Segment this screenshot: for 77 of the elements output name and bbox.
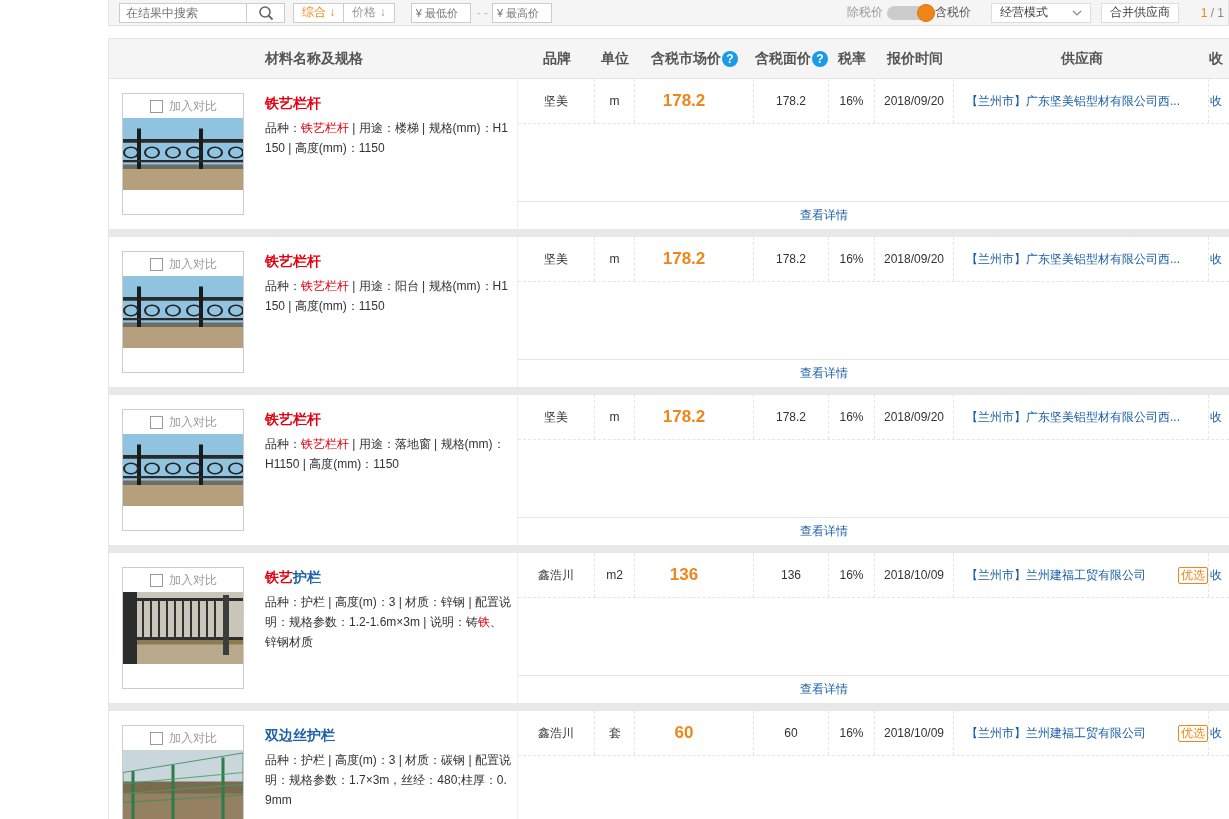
product-title[interactable]: 铁艺栏杆: [265, 252, 513, 270]
chevron-down-icon: [1071, 9, 1082, 16]
product-title[interactable]: 铁艺护栏: [265, 568, 513, 586]
preferred-badge: 优选: [1178, 724, 1208, 742]
collect-link[interactable]: 收: [1209, 79, 1222, 123]
date-cell: 2018/10/09: [875, 711, 954, 755]
brand-cell: 坚美: [518, 79, 595, 123]
detail-link[interactable]: 查看详情: [799, 523, 848, 540]
detail-link[interactable]: 查看详情: [799, 207, 848, 224]
supplier-link[interactable]: 【兰州市】兰州建福工贸有限公司: [966, 566, 1172, 584]
unit-cell: m: [595, 395, 635, 439]
date-cell: 2018/09/20: [875, 237, 954, 281]
supplier-link[interactable]: 【兰州市】广东坚美铝型材有限公司西...: [966, 92, 1208, 110]
date-cell: 2018/10/09: [875, 553, 954, 597]
tax-rate-cell: 16%: [829, 237, 875, 281]
brand-cell: 坚美: [518, 395, 595, 439]
collect-link[interactable]: 收: [1209, 711, 1222, 755]
collect-link[interactable]: 收: [1209, 237, 1222, 281]
face-price-cell: 136: [754, 553, 829, 597]
product-title[interactable]: 双边丝护栏: [265, 726, 513, 744]
header-label: 含税市场价: [651, 49, 721, 68]
product-title[interactable]: 铁艺栏杆: [265, 94, 513, 112]
supplier-link[interactable]: 【兰州市】兰州建福工贸有限公司: [966, 724, 1172, 742]
column-header: 供应商: [1059, 49, 1104, 68]
toggle-label: 除税价: [846, 4, 883, 21]
price-field[interactable]: ¥ 最低价: [410, 2, 471, 23]
supplier-link[interactable]: 【兰州市】广东坚美铝型材有限公司西...: [966, 250, 1208, 268]
spec-text: 品种：铁艺栏杆 | 用途：楼梯 | 规格(mm)：H1150 | 高度(mm)：1150: [265, 120, 509, 157]
tax-rate-cell: 16%: [829, 711, 875, 755]
toggle-label: 含税价: [934, 4, 971, 21]
column-header: 材料名称及规格: [263, 49, 364, 68]
brand-cell: 鑫浩川: [518, 711, 595, 755]
spec-text: 品种：护栏 | 高度(m)：3 | 材质：锌钢 | 配置说明：规格参数：1.2-1.6m×3m | 说明：铸铁、锌钢材质: [265, 594, 513, 651]
price-cell: 178.2: [635, 395, 754, 439]
column-header: 单位: [600, 49, 630, 68]
column-header: 收: [1209, 49, 1222, 68]
mode-dropdown[interactable]: 经营模式: [990, 2, 1091, 23]
face-price-cell: 178.2: [754, 395, 829, 439]
page-indicator: 1 / 1: [1200, 5, 1225, 20]
face-price-cell: 60: [754, 711, 829, 755]
tax-rate-cell: 16%: [829, 395, 875, 439]
price-field[interactable]: ¥ 最高价: [492, 2, 552, 23]
price-cell: 178.2: [635, 237, 754, 281]
brand-cell: 坚美: [518, 237, 595, 281]
detail-link[interactable]: 查看详情: [799, 681, 848, 698]
column-header: 品牌: [541, 49, 572, 68]
spec-text: 品种：护栏 | 高度(m)：3 | 材质：碳钢 | 配置说明：规格参数：1.7×3m，丝经：480;柱厚：0.9mm: [265, 752, 513, 809]
product-title[interactable]: 铁艺栏杆: [265, 410, 513, 428]
tax-rate-cell: 16%: [829, 79, 875, 123]
header-label: 含税面价: [755, 49, 811, 68]
detail-link[interactable]: 查看详情: [799, 365, 848, 382]
spec-text: 品种：铁艺栏杆 | 用途：阳台 | 规格(mm)：H1150 | 高度(mm)：1150: [265, 278, 509, 315]
collect-link[interactable]: 收: [1209, 395, 1222, 439]
range-dash: - -: [476, 5, 488, 20]
date-cell: 2018/09/20: [875, 79, 954, 123]
price-cell: 178.2: [635, 79, 754, 123]
unit-cell: 套: [595, 711, 635, 755]
unit-cell: m2: [595, 553, 635, 597]
column-header: 报价时间: [885, 49, 944, 68]
tax-rate-cell: 16%: [829, 553, 875, 597]
collect-link[interactable]: 收: [1209, 553, 1222, 597]
price-cell: 136: [635, 553, 754, 597]
search-icon: [257, 4, 274, 21]
face-price-cell: 178.2: [754, 237, 829, 281]
column-header: 税率: [836, 49, 867, 68]
price-cell: 60: [635, 711, 754, 755]
supplier-link[interactable]: 【兰州市】广东坚美铝型材有限公司西...: [966, 408, 1208, 426]
search-button[interactable]: [247, 2, 285, 23]
brand-cell: 鑫浩川: [518, 553, 595, 597]
face-price-cell: 178.2: [754, 79, 829, 123]
merge-button[interactable]: 合并供应商: [1100, 2, 1179, 23]
spec-text: 品种：铁艺栏杆 | 用途：落地窗 | 规格(mm)：H1150 | 高度(mm)：1150: [265, 436, 506, 473]
date-cell: 2018/09/20: [875, 395, 954, 439]
unit-cell: m: [595, 237, 635, 281]
unit-cell: m: [595, 79, 635, 123]
search-field[interactable]: 在结果中搜索: [119, 2, 247, 23]
preferred-badge: 优选: [1178, 566, 1208, 584]
